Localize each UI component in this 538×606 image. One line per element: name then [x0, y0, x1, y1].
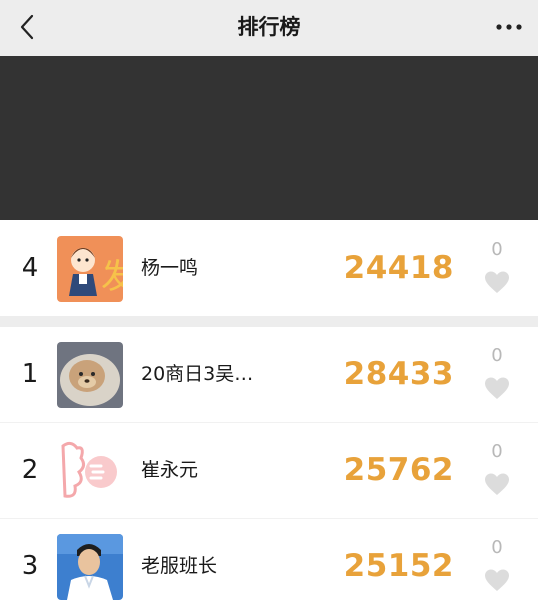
- page-title: 排行榜: [237, 15, 301, 39]
- user-name: 20商日3吴…: [141, 363, 254, 385]
- user-name: 杨一鸣: [141, 257, 199, 279]
- heart-icon: [485, 569, 509, 591]
- rank-row[interactable]: 2 崔永元 25762 0: [0, 423, 538, 518]
- like-count: 0: [491, 441, 503, 462]
- chevron-left-icon: [20, 14, 34, 40]
- step-count: 25152: [343, 548, 454, 584]
- user-name: 崔永元: [141, 459, 199, 481]
- rank-number: 1: [21, 359, 39, 389]
- rank-number: 2: [21, 455, 39, 485]
- heart-icon: [485, 377, 509, 399]
- like-button[interactable]: [483, 269, 511, 295]
- back-button[interactable]: [12, 10, 42, 44]
- section-separator: [0, 316, 538, 327]
- rank-row[interactable]: 3 老服班长 25152 0: [0, 519, 538, 606]
- avatar[interactable]: [57, 438, 123, 504]
- avatar[interactable]: [57, 534, 123, 600]
- more-button[interactable]: [490, 12, 528, 42]
- heart-icon: [485, 271, 509, 293]
- step-count: 24418: [343, 250, 454, 286]
- like-count: 0: [491, 537, 503, 558]
- avatar[interactable]: [57, 342, 123, 408]
- user-name: 老服班长: [141, 555, 218, 577]
- cover-banner: [0, 56, 538, 220]
- step-count: 28433: [343, 356, 454, 392]
- like-button[interactable]: [483, 375, 511, 401]
- rank-row[interactable]: 1 20商日3吴… 28433 0: [0, 327, 538, 422]
- my-rank-row[interactable]: 4 发 杨一鸣 24418 0: [0, 221, 538, 316]
- step-count: 25762: [343, 452, 454, 488]
- avatar[interactable]: 发: [57, 236, 123, 302]
- rank-number: 4: [21, 253, 39, 283]
- rank-number: 3: [21, 551, 39, 581]
- like-count: 0: [491, 345, 503, 366]
- like-button[interactable]: [483, 471, 511, 497]
- top-nav-bar: 排行榜: [0, 0, 538, 56]
- like-button[interactable]: [483, 567, 511, 593]
- like-count: 0: [491, 239, 503, 260]
- svg-text:发: 发: [101, 257, 123, 297]
- heart-icon: [485, 473, 509, 495]
- more-horizontal-icon: [496, 24, 522, 30]
